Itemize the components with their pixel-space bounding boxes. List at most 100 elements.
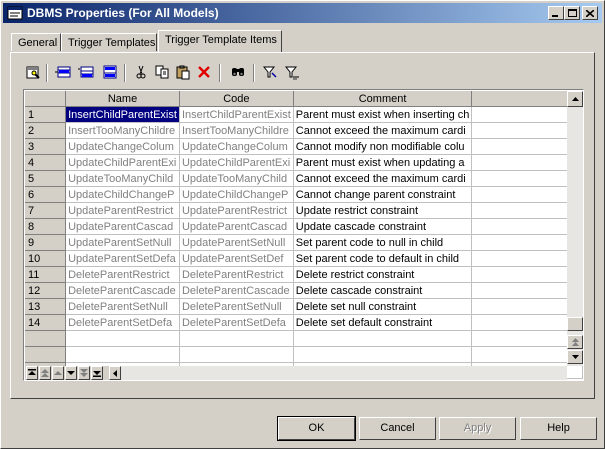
row-number[interactable]: 12	[25, 282, 67, 299]
column-header-comment[interactable]: Comment	[293, 91, 473, 107]
copy-button[interactable]	[152, 62, 172, 82]
move-up-button[interactable]	[52, 366, 64, 380]
row-number[interactable]: 10	[25, 250, 67, 267]
scroll-down-button[interactable]	[567, 350, 583, 364]
vertical-scrollbar[interactable]	[567, 91, 583, 366]
empty-cell[interactable]	[293, 330, 473, 347]
comment-cell[interactable]: Set parent code to null in child	[293, 234, 473, 251]
tab-trigger-template-items[interactable]: Trigger Template Items	[158, 30, 282, 52]
empty-cell[interactable]	[65, 346, 180, 363]
row-number[interactable]: 13	[25, 298, 67, 315]
name-cell[interactable]: UpdateChildChangeP	[65, 186, 180, 203]
table-row[interactable]: 14 DeleteParentSetDefa DeleteParentSetDefa…	[25, 314, 583, 331]
code-cell[interactable]: DeleteParentRestrict	[179, 266, 294, 283]
cut-button[interactable]	[131, 62, 151, 82]
row-header[interactable]	[25, 330, 67, 347]
name-cell[interactable]: DeleteParentSetNull	[65, 298, 180, 315]
table-row[interactable]: 1 InsertChildParentExist InsertChildParent…	[25, 106, 583, 123]
empty-row[interactable]	[25, 330, 583, 347]
code-cell[interactable]: UpdateParentSetNull	[179, 234, 294, 251]
move-down-button[interactable]	[65, 366, 77, 380]
close-button[interactable]	[582, 6, 598, 20]
empty-cell[interactable]	[471, 138, 583, 155]
table-row[interactable]: 5 UpdateTooManyChild UpdateTooManyChild Can…	[25, 170, 583, 187]
trigger-items-grid[interactable]: Name Code Comment 1 InsertChildParentExis…	[23, 89, 584, 381]
empty-cell[interactable]	[471, 170, 583, 187]
empty-cell[interactable]	[471, 106, 583, 123]
name-cell[interactable]: DeleteParentSetDefa	[65, 314, 180, 331]
name-cell[interactable]: UpdateTooManyChild	[65, 170, 180, 187]
apply-button[interactable]: Apply	[439, 417, 516, 440]
scroll-left-button[interactable]	[109, 366, 121, 380]
empty-cell[interactable]	[179, 330, 294, 347]
empty-cell[interactable]	[471, 314, 583, 331]
name-cell[interactable]: InsertTooManyChildre	[65, 122, 180, 139]
comment-cell[interactable]: Update cascade constraint	[293, 218, 473, 235]
minimize-button[interactable]	[548, 6, 564, 20]
scroll-up-button[interactable]	[567, 91, 583, 107]
comment-cell[interactable]: Parent must exist when inserting ch	[293, 106, 473, 123]
comment-cell[interactable]: Update restrict constraint	[293, 202, 473, 219]
table-row[interactable]: 7 UpdateParentRestrict UpdateParentRestric…	[25, 202, 583, 219]
maximize-button[interactable]	[564, 6, 580, 20]
name-cell[interactable]: UpdateParentSetDefa	[65, 250, 180, 267]
comment-cell[interactable]: Delete set default constraint	[293, 314, 473, 331]
cancel-button[interactable]: Cancel	[359, 417, 436, 440]
help-button[interactable]: Help	[520, 417, 597, 440]
comment-cell[interactable]: Delete cascade constraint	[293, 282, 473, 299]
code-cell[interactable]: InsertChildParentExist	[179, 106, 294, 123]
comment-cell[interactable]: Cannot exceed the maximum cardi	[293, 170, 473, 187]
name-cell[interactable]: DeleteParentRestrict	[65, 266, 180, 283]
empty-cell[interactable]	[179, 346, 294, 363]
table-row[interactable]: 2 InsertTooManyChildre InsertTooManyChildr…	[25, 122, 583, 139]
table-row[interactable]: 12 DeleteParentCascade DeleteParentCascade…	[25, 282, 583, 299]
row-number[interactable]: 1	[25, 106, 67, 123]
move-top-button[interactable]	[26, 366, 38, 380]
add-row-button[interactable]	[53, 62, 73, 82]
empty-cell[interactable]	[471, 330, 583, 347]
insert-row-button[interactable]	[76, 62, 96, 82]
comment-cell[interactable]: Delete set null constraint	[293, 298, 473, 315]
horizontal-scrollbar[interactable]	[109, 366, 567, 380]
empty-cell[interactable]	[471, 266, 583, 283]
code-cell[interactable]: UpdateChangeColum	[179, 138, 294, 155]
move-page-up-button[interactable]	[39, 366, 51, 380]
empty-cell[interactable]	[65, 330, 180, 347]
column-header-code[interactable]: Code	[179, 91, 294, 107]
name-cell[interactable]: UpdateChildParentExi	[65, 154, 180, 171]
name-cell[interactable]: UpdateParentRestrict	[65, 202, 180, 219]
comment-cell[interactable]: Set parent code to default in child	[293, 250, 473, 267]
table-row[interactable]: 11 DeleteParentRestrict DeleteParentRestri…	[25, 266, 583, 283]
name-cell[interactable]: UpdateChangeColum	[65, 138, 180, 155]
code-cell[interactable]: InsertTooManyChildre	[179, 122, 294, 139]
tab-general[interactable]: General	[11, 33, 61, 51]
name-cell[interactable]: UpdateParentSetNull	[65, 234, 180, 251]
empty-cell[interactable]	[471, 218, 583, 235]
row-number[interactable]: 9	[25, 234, 67, 251]
add-rows-button[interactable]	[99, 62, 119, 82]
empty-cell[interactable]	[471, 282, 583, 299]
empty-cell[interactable]	[471, 186, 583, 203]
code-cell[interactable]: UpdateChildChangeP	[179, 186, 294, 203]
scroll-page-up-button[interactable]	[567, 335, 583, 349]
empty-cell[interactable]	[471, 346, 583, 363]
row-number[interactable]: 14	[25, 314, 67, 331]
code-cell[interactable]: DeleteParentSetDefa	[179, 314, 294, 331]
filter-button[interactable]	[260, 62, 280, 82]
scroll-thumb[interactable]	[567, 317, 583, 331]
clear-filter-button[interactable]	[282, 62, 302, 82]
comment-cell[interactable]: Delete restrict constraint	[293, 266, 473, 283]
code-cell[interactable]: UpdateChildParentExi	[179, 154, 294, 171]
name-cell[interactable]: DeleteParentCascade	[65, 282, 180, 299]
table-row[interactable]: 10 UpdateParentSetDefa UpdateParentSetDef S…	[25, 250, 583, 267]
row-number[interactable]: 3	[25, 138, 67, 155]
table-row[interactable]: 4 UpdateChildParentExi UpdateChildParentEx…	[25, 154, 583, 171]
empty-row[interactable]	[25, 346, 583, 363]
tab-trigger-templates[interactable]: Trigger Templates	[61, 33, 157, 51]
code-cell[interactable]: DeleteParentCascade	[179, 282, 294, 299]
empty-cell[interactable]	[471, 250, 583, 267]
comment-cell[interactable]: Cannot change parent constraint	[293, 186, 473, 203]
comment-cell[interactable]: Cannot exceed the maximum cardi	[293, 122, 473, 139]
table-row[interactable]: 13 DeleteParentSetNull DeleteParentSetNull…	[25, 298, 583, 315]
row-number[interactable]: 7	[25, 202, 67, 219]
